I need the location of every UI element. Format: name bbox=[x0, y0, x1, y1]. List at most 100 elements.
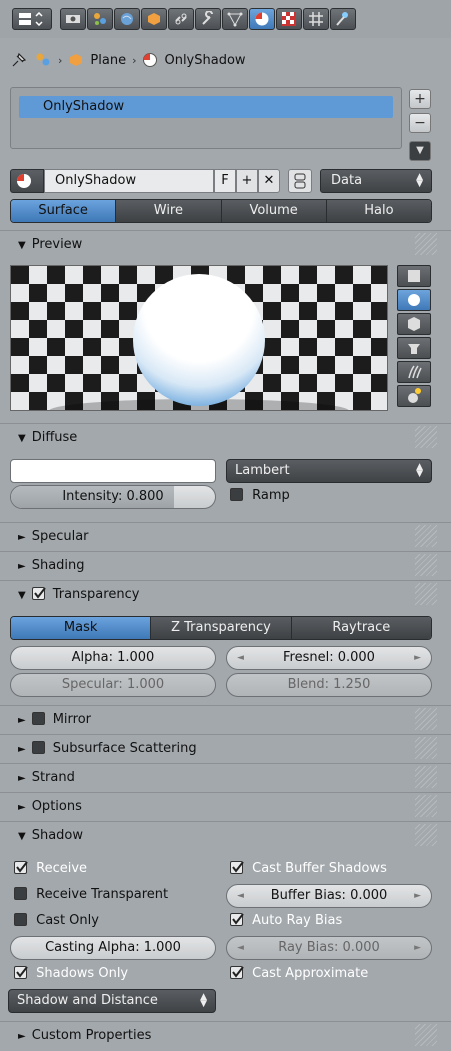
mirror-checkbox[interactable] bbox=[31, 712, 45, 725]
panel-sss-header[interactable]: ► Subsurface Scattering bbox=[0, 734, 451, 762]
link-material-button[interactable] bbox=[288, 169, 312, 193]
auto-ray-bias-checkbox[interactable]: Auto Ray Bias bbox=[230, 913, 342, 928]
material-name-field[interactable]: OnlyShadow bbox=[44, 169, 214, 193]
drag-handle[interactable] bbox=[415, 766, 437, 788]
check-icon bbox=[232, 913, 244, 925]
cast-buffer-shadows-checkbox[interactable]: Cast Buffer Shadows bbox=[230, 861, 387, 876]
tab-mask[interactable]: Mask bbox=[11, 617, 151, 639]
add-slot-button[interactable]: + bbox=[409, 89, 431, 109]
diffuse-shader-select[interactable]: Lambert ▲ ▼ bbox=[226, 459, 432, 483]
preview-monkey-button[interactable] bbox=[397, 337, 431, 359]
drag-handle[interactable] bbox=[415, 708, 437, 730]
intensity-slider[interactable]: Intensity: 0.800 bbox=[10, 485, 216, 509]
cast-approximate-checkbox[interactable]: Cast Approximate bbox=[230, 966, 368, 981]
link-mode-select[interactable]: Data ▲ ▼ bbox=[320, 169, 432, 193]
tab-object[interactable] bbox=[141, 8, 167, 30]
drag-handle[interactable] bbox=[415, 554, 437, 576]
drag-handle[interactable] bbox=[415, 233, 437, 255]
transparency-checkbox[interactable] bbox=[31, 587, 46, 600]
world-icon bbox=[121, 13, 133, 25]
scene-icon bbox=[36, 53, 50, 66]
preview-sky-button[interactable] bbox=[397, 385, 431, 407]
panel-specular-header[interactable]: ► Specular bbox=[0, 522, 451, 550]
panel-shading-header[interactable]: ► Shading bbox=[0, 551, 451, 579]
shadows-only-checkbox[interactable]: Shadows Only bbox=[14, 966, 128, 981]
increment-icon[interactable]: ► bbox=[414, 885, 421, 907]
unlink-material-button[interactable]: ✕ bbox=[258, 169, 280, 193]
editor-type-button[interactable] bbox=[12, 8, 52, 30]
drag-handle[interactable] bbox=[415, 737, 437, 759]
drag-handle[interactable] bbox=[415, 1024, 437, 1046]
blend-slider[interactable]: Blend: 1.250 bbox=[226, 673, 432, 697]
remove-slot-button[interactable]: − bbox=[409, 113, 431, 133]
drag-handle[interactable] bbox=[415, 525, 437, 547]
tab-world[interactable] bbox=[114, 8, 140, 30]
preview-cube-button[interactable] bbox=[397, 313, 431, 335]
diffuse-color-swatch[interactable] bbox=[10, 459, 216, 483]
tab-render-layers[interactable] bbox=[60, 8, 86, 30]
tab-texture[interactable] bbox=[276, 8, 302, 30]
tab-raytrace[interactable]: Raytrace bbox=[290, 617, 431, 639]
panel-transparency-header[interactable]: ▼ Transparency bbox=[0, 580, 451, 608]
tab-scene[interactable] bbox=[87, 8, 113, 30]
drag-handle[interactable] bbox=[415, 583, 437, 605]
panel-options-header[interactable]: ► Options bbox=[0, 792, 451, 820]
tab-surface[interactable]: Surface bbox=[11, 200, 116, 222]
render-layers-icon bbox=[66, 15, 80, 23]
increment-icon[interactable]: ► bbox=[414, 647, 421, 669]
panel-mirror-header[interactable]: ► Mirror bbox=[0, 705, 451, 733]
decrement-icon[interactable]: ◄ bbox=[237, 885, 244, 907]
new-material-button[interactable]: + bbox=[236, 169, 258, 193]
receive-transparent-checkbox[interactable]: Receive Transparent bbox=[14, 887, 168, 902]
panel-shadow-header[interactable]: ▼ Shadow bbox=[0, 821, 451, 849]
breadcrumb-separator: › bbox=[58, 53, 63, 67]
scene-icon bbox=[94, 13, 106, 25]
receive-checkbox[interactable]: Receive bbox=[14, 861, 87, 876]
drag-handle[interactable] bbox=[415, 824, 437, 846]
casting-alpha-slider[interactable]: Casting Alpha: 1.000 bbox=[10, 936, 216, 960]
sss-checkbox[interactable] bbox=[31, 741, 45, 754]
panel-preview-header[interactable]: ▼ Preview bbox=[0, 230, 451, 258]
tab-volume[interactable]: Volume bbox=[220, 200, 326, 222]
tab-material[interactable] bbox=[249, 8, 275, 30]
list-item[interactable]: OnlyShadow bbox=[19, 96, 393, 118]
tab-physics[interactable] bbox=[330, 8, 356, 30]
updown-icon: ▲ ▼ bbox=[200, 992, 207, 1009]
properties-header bbox=[0, 0, 451, 38]
decrement-icon[interactable]: ◄ bbox=[237, 937, 244, 959]
fake-user-button[interactable]: F bbox=[214, 169, 236, 193]
panel-diffuse-header[interactable]: ▼ Diffuse bbox=[0, 423, 451, 451]
slot-specials-menu[interactable]: ▼ bbox=[409, 141, 431, 161]
panel-strand-header[interactable]: ► Strand bbox=[0, 763, 451, 791]
pin-icon[interactable] bbox=[10, 51, 28, 69]
alpha-slider[interactable]: Alpha: 1.000 bbox=[10, 646, 216, 670]
drag-handle[interactable] bbox=[415, 426, 437, 448]
physics-icon bbox=[336, 12, 348, 26]
ramp-checkbox[interactable]: Ramp bbox=[230, 488, 290, 503]
tab-modifiers[interactable] bbox=[195, 8, 221, 30]
increment-icon[interactable]: ► bbox=[414, 937, 421, 959]
material-slot-list[interactable]: OnlyShadow bbox=[10, 87, 402, 149]
tab-particles[interactable] bbox=[303, 8, 329, 30]
preview-sphere-button[interactable] bbox=[397, 289, 431, 311]
preview-flat-button[interactable] bbox=[397, 265, 431, 287]
checkbox-box bbox=[230, 488, 243, 501]
tab-constraints[interactable] bbox=[168, 8, 194, 30]
tab-halo[interactable]: Halo bbox=[325, 200, 431, 222]
buffer-bias-field[interactable]: ◄ Buffer Bias: 0.000 ► bbox=[226, 884, 432, 908]
expand-icon: ► bbox=[18, 744, 26, 755]
fresnel-field[interactable]: ◄ Fresnel: 0.000 ► bbox=[226, 646, 432, 670]
tab-data[interactable] bbox=[222, 8, 248, 30]
drag-handle[interactable] bbox=[415, 795, 437, 817]
tab-wire[interactable]: Wire bbox=[115, 200, 221, 222]
material-browse-button[interactable] bbox=[10, 169, 44, 193]
cast-only-checkbox[interactable]: Cast Only bbox=[14, 913, 99, 928]
specular-alpha-slider[interactable]: Specular: 1.000 bbox=[10, 673, 216, 697]
wrench-icon bbox=[202, 11, 213, 25]
ray-bias-field[interactable]: ◄ Ray Bias: 0.000 ► bbox=[226, 936, 432, 960]
tab-z-transparency[interactable]: Z Transparency bbox=[150, 617, 291, 639]
decrement-icon[interactable]: ◄ bbox=[237, 647, 244, 669]
preview-hair-button[interactable] bbox=[397, 361, 431, 383]
shadow-mode-select[interactable]: Shadow and Distance ▲ ▼ bbox=[8, 989, 216, 1013]
panel-custom-properties-header[interactable]: ► Custom Properties bbox=[0, 1021, 451, 1049]
